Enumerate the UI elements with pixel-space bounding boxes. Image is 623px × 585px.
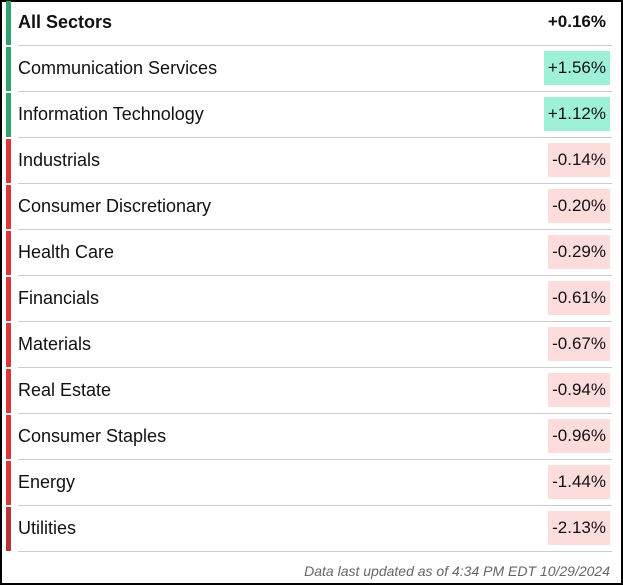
sector-name: Financials bbox=[18, 288, 100, 308]
sector-change: -0.20% bbox=[548, 189, 610, 223]
sector-name: Communication Services bbox=[18, 58, 218, 78]
sector-row[interactable]: Communication Services +1.56% bbox=[4, 46, 612, 92]
sector-change: -0.96% bbox=[548, 419, 610, 453]
sector-change: +0.16% bbox=[547, 12, 606, 31]
direction-bar bbox=[6, 47, 11, 91]
sector-change: +1.12% bbox=[543, 97, 610, 131]
sector-row[interactable]: Consumer Discretionary -0.20% bbox=[4, 184, 612, 230]
sector-name: Materials bbox=[18, 334, 92, 354]
sector-row[interactable]: Health Care -0.29% bbox=[4, 230, 612, 276]
direction-bar bbox=[6, 323, 11, 367]
sector-name: Consumer Discretionary bbox=[18, 196, 212, 216]
direction-bar bbox=[6, 369, 11, 413]
sector-name: Health Care bbox=[18, 242, 115, 262]
direction-bar bbox=[6, 277, 11, 321]
last-updated-note: Data last updated as of 4:34 PM EDT 10/2… bbox=[304, 563, 610, 579]
sector-change: -1.44% bbox=[548, 465, 610, 499]
sector-name: Information Technology bbox=[18, 104, 204, 124]
sector-name: Consumer Staples bbox=[18, 426, 167, 446]
sector-name: Real Estate bbox=[18, 380, 112, 400]
sector-name: Industrials bbox=[18, 150, 101, 170]
sector-performance-panel: All Sectors +0.16% Communication Service… bbox=[2, 0, 621, 583]
sector-name: Utilities bbox=[18, 518, 77, 538]
sector-change: +1.56% bbox=[543, 51, 610, 85]
direction-bar bbox=[6, 507, 11, 551]
direction-bar bbox=[6, 461, 11, 505]
all-sectors-row[interactable]: All Sectors +0.16% bbox=[4, 0, 612, 46]
sector-change: -0.14% bbox=[548, 143, 610, 177]
sector-change: -0.67% bbox=[548, 327, 610, 361]
direction-bar bbox=[6, 415, 11, 459]
sector-name: All Sectors bbox=[18, 12, 113, 32]
sector-row[interactable]: Consumer Staples -0.96% bbox=[4, 414, 612, 460]
sector-change: -2.13% bbox=[548, 511, 610, 545]
sector-row[interactable]: Financials -0.61% bbox=[4, 276, 612, 322]
divider bbox=[18, 551, 612, 552]
sector-change: -0.29% bbox=[548, 235, 610, 269]
direction-bar bbox=[6, 185, 11, 229]
direction-bar bbox=[6, 1, 11, 45]
sector-row[interactable]: Real Estate -0.94% bbox=[4, 368, 612, 414]
sector-row[interactable]: Information Technology +1.12% bbox=[4, 92, 612, 138]
sector-name: Energy bbox=[18, 472, 76, 492]
sector-row[interactable]: Utilities -2.13% bbox=[4, 506, 612, 552]
sector-change: -0.61% bbox=[548, 281, 610, 315]
sector-row[interactable]: Industrials -0.14% bbox=[4, 138, 612, 184]
direction-bar bbox=[6, 139, 11, 183]
sector-row[interactable]: Materials -0.67% bbox=[4, 322, 612, 368]
direction-bar bbox=[6, 231, 11, 275]
direction-bar bbox=[6, 93, 11, 137]
sector-change: -0.94% bbox=[548, 373, 610, 407]
sector-row[interactable]: Energy -1.44% bbox=[4, 460, 612, 506]
